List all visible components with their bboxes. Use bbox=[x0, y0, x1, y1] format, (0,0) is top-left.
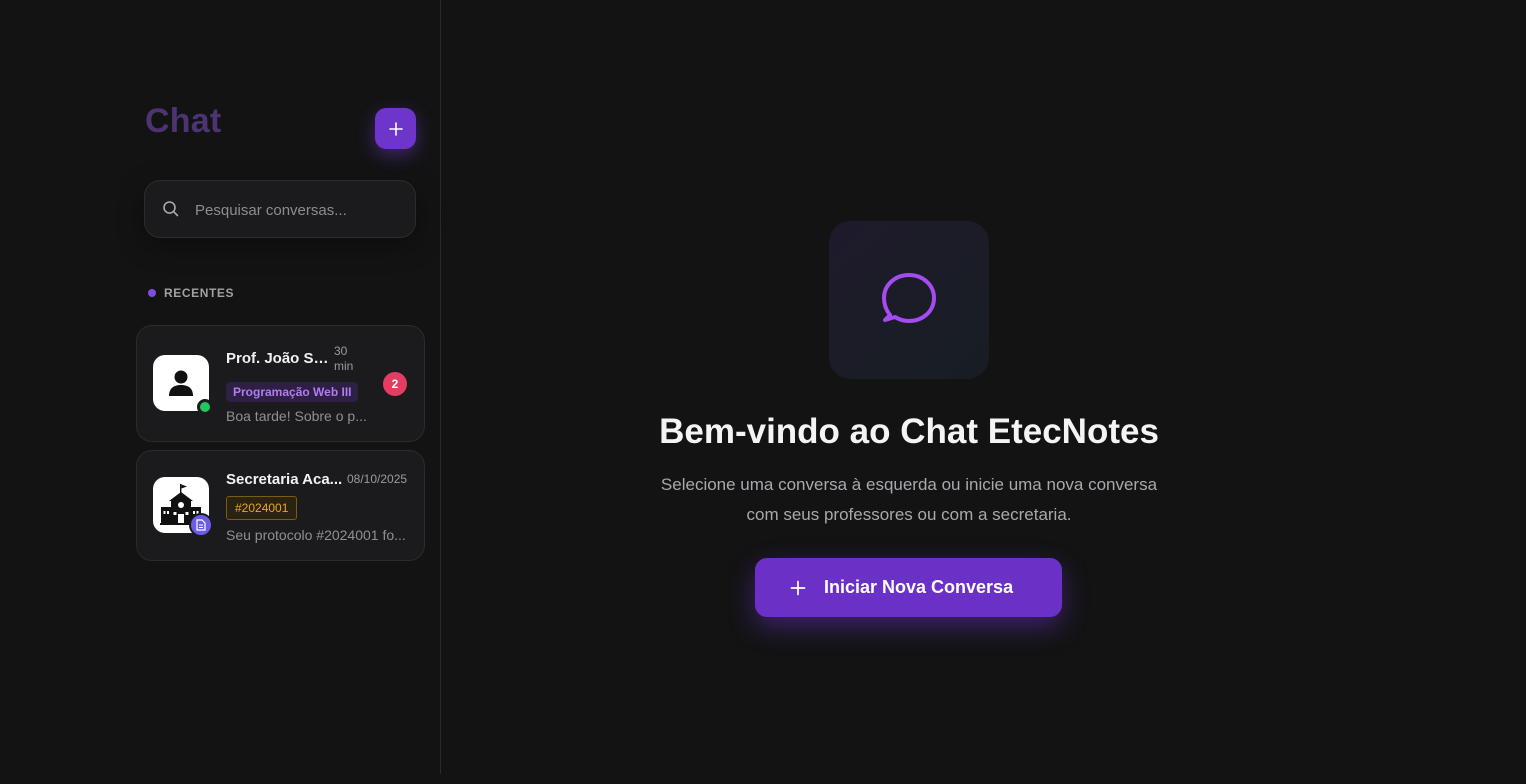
conversation-item[interactable]: Secretaria Aca... 08/10/2025 #2024001 Se… bbox=[136, 450, 425, 561]
start-new-conversation-label: Iniciar Nova Conversa bbox=[824, 577, 1014, 597]
section-label: RECENTES bbox=[164, 286, 235, 300]
section-recent: RECENTES bbox=[148, 286, 234, 300]
search-icon bbox=[163, 201, 179, 217]
document-icon bbox=[196, 519, 206, 531]
chat-app: Chat RECENTES bbox=[0, 0, 1526, 784]
unread-badge: 2 bbox=[383, 372, 407, 396]
conversation-name: Prof. João Sa... bbox=[226, 350, 332, 367]
plus-icon bbox=[388, 121, 403, 136]
start-new-conversation-button[interactable]: Iniciar Nova Conversa bbox=[755, 558, 1062, 617]
chat-bubble-icon bbox=[882, 273, 936, 323]
sidebar-title: Chat bbox=[145, 102, 222, 140]
subject-tag: Programação Web III bbox=[226, 382, 359, 402]
new-chat-button[interactable] bbox=[375, 108, 416, 149]
document-badge bbox=[189, 513, 213, 537]
sidebar: Chat RECENTES bbox=[0, 0, 441, 774]
conversation-preview: Seu protocolo #2024001 fo... bbox=[226, 527, 406, 543]
online-status-indicator bbox=[197, 399, 213, 415]
search-box bbox=[144, 180, 416, 238]
welcome-title: Bem-vindo ao Chat EtecNotes bbox=[659, 412, 1159, 451]
conversation-preview: Boa tarde! Sobre o p... bbox=[226, 408, 367, 424]
conversation-time: 30 min bbox=[334, 344, 354, 373]
user-icon bbox=[169, 370, 193, 396]
search-input[interactable] bbox=[193, 195, 407, 225]
conversation-name: Secretaria Aca... bbox=[226, 471, 343, 488]
plus-icon bbox=[790, 580, 806, 595]
conversation-time: 08/10/2025 bbox=[347, 472, 408, 486]
section-dot bbox=[148, 289, 156, 297]
welcome-subtitle: Selecione uma conversa à esquerda ou ini… bbox=[660, 475, 1158, 524]
conversation-item[interactable]: Prof. João Sa... 30 min Programação Web … bbox=[136, 325, 425, 442]
protocol-tag: #2024001 bbox=[226, 496, 298, 520]
welcome-icon-box bbox=[829, 221, 989, 379]
